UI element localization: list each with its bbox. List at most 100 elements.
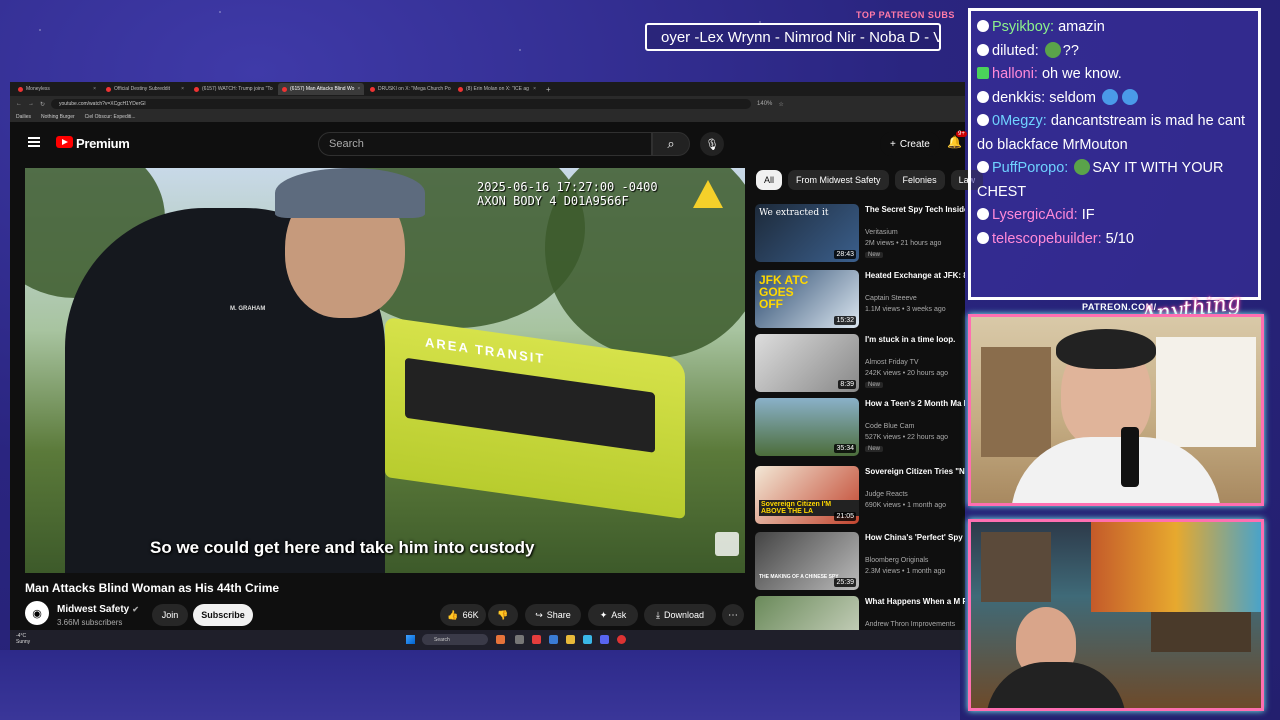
bookmark-item[interactable]: Ciel Obscur: Expediti... xyxy=(85,114,136,120)
chat-badge-icon xyxy=(977,114,989,126)
dresser-image xyxy=(1156,337,1256,447)
browser-tab[interactable]: Official Destiny Subreddit × xyxy=(102,83,188,95)
video-thumbnail[interactable]: Sovereign Citizen I'M ABOVE THE LA 21:05 xyxy=(755,466,859,524)
back-icon[interactable]: ← xyxy=(16,101,22,107)
subscribe-button[interactable]: Subscribe xyxy=(193,604,253,626)
chat-message: 0Megzy: dancantstream is mad he cant do … xyxy=(977,110,1252,157)
browser-tab[interactable]: Moneyless × xyxy=(14,83,100,95)
chat-text: 5/10 xyxy=(1105,230,1134,247)
dislike-button[interactable]: 👎 xyxy=(488,604,518,626)
youtube-premium-brand[interactable]: Premium xyxy=(76,136,130,151)
create-label: Create xyxy=(899,138,930,150)
app-icon[interactable] xyxy=(515,635,524,644)
video-player[interactable]: AREA TRANSIT M. GRAHAM 2025-06-16 17:27:… xyxy=(25,168,745,573)
video-thumbnail[interactable] xyxy=(755,596,859,630)
related-filter-chips: All From Midwest Safety Felonies Law xyxy=(756,170,984,190)
related-video-title: How a Teen's 2 Month Ma Ended in 5 Secon… xyxy=(865,399,965,408)
start-menu-icon[interactable] xyxy=(406,635,415,644)
chat-username: diluted: xyxy=(992,42,1039,59)
browser-tab[interactable]: (8) Erin Molan on X: "ICE ag × xyxy=(454,83,540,95)
video-thumbnail[interactable]: 35:34 xyxy=(755,398,859,456)
channel-name[interactable]: Midwest Safety ✔ xyxy=(57,604,139,615)
related-video-channel: Code Blue Cam xyxy=(865,423,915,430)
channel-name-text: Midwest Safety xyxy=(57,604,130,615)
related-video-meta: 2M views • 21 hours ago xyxy=(865,240,942,247)
new-tab-icon[interactable]: + xyxy=(542,85,555,94)
zoom-level[interactable]: 140% xyxy=(757,101,772,107)
bus-text: AREA TRANSIT xyxy=(425,334,546,367)
url-field[interactable]: youtube.com/watch?v=XCgcH1YDerGI xyxy=(51,99,752,109)
chip-all[interactable]: All xyxy=(756,170,783,190)
voice-search-button[interactable]: 🎙 xyxy=(700,132,724,156)
ask-button[interactable]: ✦ Ask xyxy=(588,604,638,626)
tab-favicon-icon xyxy=(458,86,463,92)
reload-icon[interactable]: ↻ xyxy=(40,101,45,108)
weather-desc: Sunny xyxy=(16,639,31,645)
related-video-item[interactable]: We extracted it 28:43 The Secret Spy Tec… xyxy=(755,204,965,264)
create-button[interactable]: + Create xyxy=(880,132,940,156)
app-icon[interactable] xyxy=(617,635,626,644)
tab-label: DRUSKI on X: "Mega Church Po xyxy=(378,86,451,92)
chip-from-channel[interactable]: From Midwest Safety xyxy=(788,170,889,190)
thumbnail-text: We extracted it xyxy=(759,208,829,218)
related-video-item[interactable]: 35:34 How a Teen's 2 Month Ma Ended in 5… xyxy=(755,398,965,458)
browser-tab[interactable]: DRUSKI on X: "Mega Church Po× xyxy=(366,83,452,95)
chat-username: PuffPoropo: xyxy=(992,160,1069,176)
app-icon[interactable] xyxy=(583,635,592,644)
weather-widget[interactable]: -4°C Sunny xyxy=(16,633,30,645)
bookmark-item[interactable]: Nothing Burger xyxy=(41,114,75,120)
video-thumbnail[interactable]: JFK ATC GOES OFF 15:32 xyxy=(755,270,859,328)
related-video-item[interactable]: JFK ATC GOES OFF 15:32 Heated Exchange a… xyxy=(755,270,965,330)
sparkle-icon: ✦ xyxy=(599,609,608,620)
video-duration: 21:05 xyxy=(834,512,856,521)
search-placeholder: Search xyxy=(329,138,364,150)
youtube-logo-icon[interactable] xyxy=(56,136,73,148)
join-button[interactable]: Join xyxy=(152,604,188,626)
close-tab-icon[interactable]: × xyxy=(357,86,360,92)
more-actions-icon[interactable]: ⋯ xyxy=(722,604,744,626)
bookmark-item[interactable]: Dailies xyxy=(16,114,31,120)
discord-icon[interactable] xyxy=(600,635,609,644)
notifications-bell-icon[interactable]: 🔔 xyxy=(947,135,962,149)
video-thumbnail[interactable]: We extracted it 28:43 xyxy=(755,204,859,262)
browser-tab[interactable]: (6157) WATCH: Trump joins "To× xyxy=(190,83,276,95)
like-button[interactable]: 👍 66K xyxy=(440,604,486,626)
thumbs-down-icon: 👎 xyxy=(497,609,509,620)
related-video-item[interactable]: 8:39 I'm stuck in a time loop. Almost Fr… xyxy=(755,334,965,394)
app-icon[interactable] xyxy=(532,635,541,644)
close-tab-icon[interactable]: × xyxy=(533,86,536,92)
top-subs-ticker: oyer -Lex Wrynn - Nimrod Nir - Noba D - … xyxy=(645,23,941,51)
share-button[interactable]: ↪ Share xyxy=(525,604,581,626)
wall-mural-image xyxy=(1091,522,1261,612)
guest-shirt-image xyxy=(986,662,1126,708)
share-label: Share xyxy=(546,610,571,620)
search-button[interactable]: ⌕ xyxy=(652,132,690,156)
windows-taskbar: -4°C Sunny Search xyxy=(10,630,965,650)
streamer-hair-image xyxy=(1056,329,1156,369)
app-icon[interactable] xyxy=(496,635,505,644)
bottom-decoration xyxy=(0,650,960,720)
folder-icon[interactable] xyxy=(566,635,575,644)
video-duration: 25:39 xyxy=(834,578,856,587)
chat-username: denkkis: xyxy=(992,89,1046,106)
browser-window: Moneyless × Official Destiny Subreddit × (… xyxy=(10,82,984,650)
search-input[interactable]: Search xyxy=(318,132,652,156)
webcam-feed-1 xyxy=(968,314,1264,506)
app-icon[interactable] xyxy=(549,635,558,644)
browser-tab-active[interactable]: (6157) Man Attacks Blind Wo × xyxy=(278,83,364,95)
related-video-item[interactable]: What Happens When a M Remodels an Entire… xyxy=(755,596,965,630)
taskbar-search[interactable]: Search xyxy=(422,634,488,645)
close-tab-icon[interactable]: × xyxy=(93,86,96,92)
forward-icon[interactable]: → xyxy=(28,101,34,107)
hamburger-menu-icon[interactable] xyxy=(28,137,40,147)
video-duration: 15:32 xyxy=(834,316,856,325)
related-video-item[interactable]: Sovereign Citizen I'M ABOVE THE LA 21:05… xyxy=(755,466,965,526)
video-thumbnail[interactable]: THE MAKING OF A CHINESE SPY 25:39 xyxy=(755,532,859,590)
video-thumbnail[interactable]: 8:39 xyxy=(755,334,859,392)
chip-felonies[interactable]: Felonies xyxy=(894,170,945,190)
close-tab-icon[interactable]: × xyxy=(181,86,184,92)
download-button[interactable]: ⤓ Download xyxy=(644,604,716,626)
related-video-item[interactable]: THE MAKING OF A CHINESE SPY 25:39 How Ch… xyxy=(755,532,965,592)
channel-avatar[interactable]: ◉ xyxy=(25,601,49,625)
bookmark-star-icon[interactable]: ☆ xyxy=(778,101,783,108)
